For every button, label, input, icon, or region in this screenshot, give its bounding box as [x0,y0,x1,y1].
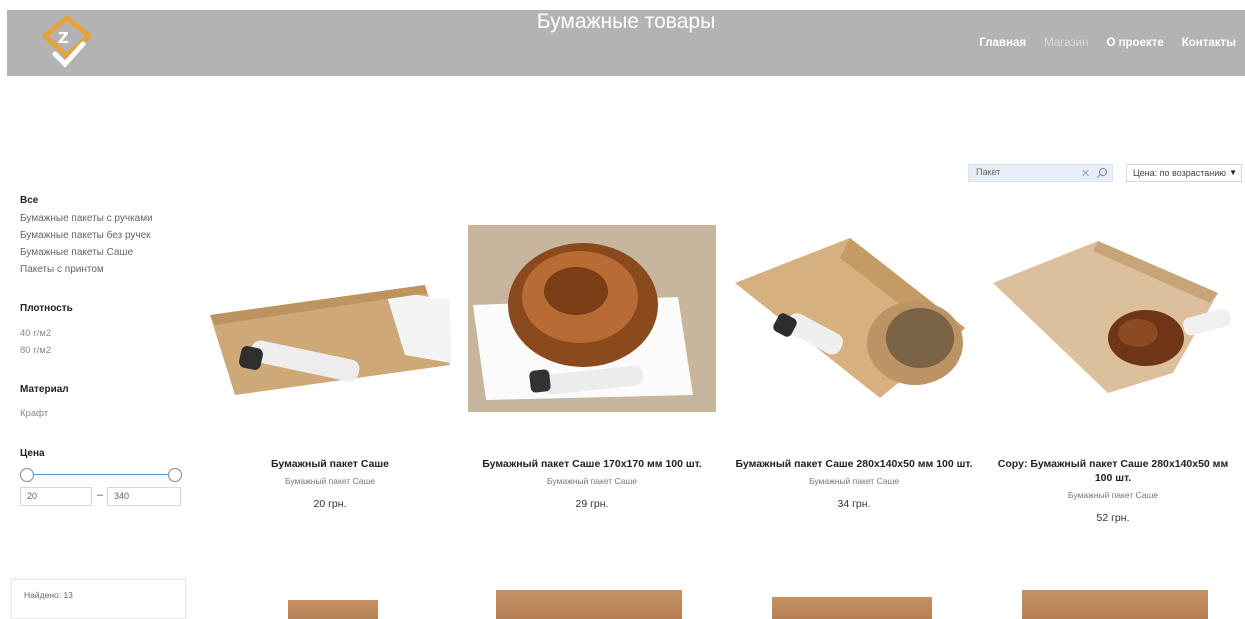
material-title: Материал [20,384,69,395]
product-price: 34 грн. [837,498,871,510]
product-price: 52 грн. [1096,512,1130,524]
nav-item-contacts[interactable]: Контакты [1173,37,1245,49]
product-price: 20 грн. [313,498,347,510]
found-count: Найдено: 13 [11,579,186,619]
search-input[interactable] [976,167,1071,177]
category-item[interactable]: Бумажные пакеты без ручек [20,230,190,241]
site-title: Бумажные товары [536,10,716,33]
product-image[interactable] [772,597,932,619]
slider-max-handle[interactable] [168,468,182,482]
product-image[interactable] [468,225,716,412]
product-title[interactable]: Бумажный пакет Саше 170x170 мм 100 шт. [468,457,716,471]
filter-sidebar: Все Бумажные пакеты с ручками Бумажные п… [20,195,190,281]
sort-select[interactable]: Цена: по возрастанию ▼ [1126,164,1242,182]
main-nav: Главная Магазин О проекте Контакты [970,37,1245,49]
density-option[interactable]: 80 г/м2 [20,345,51,356]
slider-min-handle[interactable] [20,468,34,482]
price-max-input[interactable]: 340 [107,487,181,506]
product-card[interactable]: Бумажный пакет Саше Бумажный пакет Саше … [205,225,455,525]
product-title[interactable]: Бумажный пакет Саше [205,457,455,471]
nav-item-shop[interactable]: Магазин [1035,37,1097,49]
price-min-input[interactable]: 20 [20,487,92,506]
sort-label: Цена: по возрастанию [1133,168,1227,178]
price-slider [20,468,182,482]
product-image[interactable] [496,590,682,619]
product-card[interactable]: Бумажный пакет Саше 170x170 мм 100 шт. Б… [468,225,716,525]
product-image[interactable] [730,233,978,413]
product-card[interactable]: Copy: Бумажный пакет Саше 280x140x50 мм … [988,225,1238,535]
chevron-down-icon: ▼ [1229,168,1237,177]
product-category: Бумажный пакет Саше [1067,490,1159,500]
nav-item-home[interactable]: Главная [970,37,1035,49]
product-image[interactable] [288,600,378,619]
search-icon[interactable] [1096,167,1108,179]
product-image[interactable] [988,233,1238,413]
nav-item-about[interactable]: О проекте [1097,37,1172,49]
product-image[interactable] [205,245,455,425]
material-option[interactable]: Крафт [20,408,48,419]
clear-icon[interactable]: ✕ [1081,167,1090,180]
category-all[interactable]: Все [20,195,190,206]
site-header: Z Бумажные товары Главная Магазин О прое… [7,10,1245,76]
product-image[interactable] [1022,590,1208,619]
product-category: Бумажный пакет Саше [284,476,376,486]
product-price: 29 грн. [575,498,609,510]
product-card[interactable]: Бумажный пакет Саше 280x140x50 мм 100 шт… [730,225,978,525]
product-category: Бумажный пакет Саше [808,476,900,486]
price-range-dash: – [97,489,104,501]
category-item[interactable]: Пакеты с принтом [20,264,190,275]
density-option[interactable]: 40 г/м2 [20,328,51,339]
price-title: Цена [20,448,45,459]
product-title[interactable]: Бумажный пакет Саше 280x140x50 мм 100 шт… [730,457,978,471]
density-title: Плотность [20,303,73,314]
category-item[interactable]: Бумажные пакеты Саше [20,247,190,258]
slider-track [27,474,175,475]
product-title[interactable]: Copy: Бумажный пакет Саше 280x140x50 мм … [988,457,1238,485]
search-box: ✕ [968,164,1113,182]
product-category: Бумажный пакет Саше [546,476,638,486]
category-item[interactable]: Бумажные пакеты с ручками [20,213,190,224]
